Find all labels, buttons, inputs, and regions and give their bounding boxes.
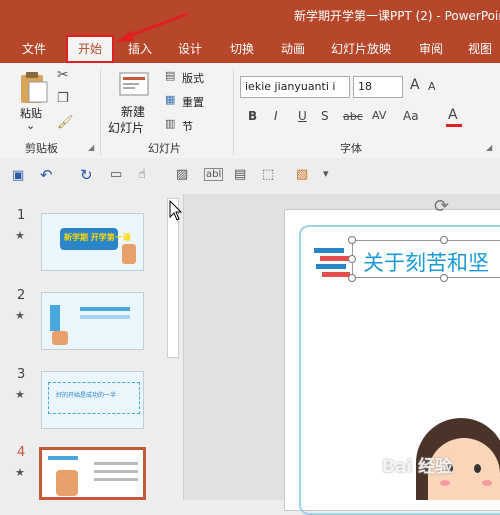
slide-number: 1 <box>17 208 26 223</box>
dialog-launcher-icon[interactable]: ◢ <box>88 143 94 152</box>
quick-access-toolbar: ▣ ↶ ↻ ▭ ☝ ▨ abl ▤ ⬚ ▧ ▾ <box>0 158 500 195</box>
tab-view[interactable]: 视图 <box>468 40 492 57</box>
slide-thumbnail-1[interactable]: 新学期 开学第一课 <box>41 213 144 271</box>
window-title: 新学期开学第一课PPT (2) - PowerPoint <box>294 9 500 23</box>
clipboard-group-label: 剪贴板 <box>25 142 58 155</box>
resize-handle[interactable] <box>440 274 448 282</box>
resize-handle[interactable] <box>440 236 448 244</box>
reset-button[interactable]: 重置 <box>182 94 204 110</box>
textbox-icon[interactable]: abl <box>204 168 224 181</box>
touch-mode-icon[interactable]: ☝ <box>138 167 146 182</box>
resize-handle[interactable] <box>348 236 356 244</box>
dialog-launcher-icon[interactable]: ◢ <box>486 143 492 152</box>
slide-title[interactable]: 关于刻苦和坚 <box>363 247 489 277</box>
font-size-field[interactable]: 18 <box>353 76 403 98</box>
cartoon-cheek <box>440 480 450 486</box>
cartoon-eye <box>474 464 481 473</box>
star-icon: ★ <box>15 466 25 479</box>
resize-handle[interactable] <box>348 255 356 263</box>
shape-icon[interactable]: ⬚ <box>262 167 274 182</box>
strikethrough-button[interactable]: abc <box>343 110 363 123</box>
separator <box>233 69 234 155</box>
cartoon-cheek <box>482 480 492 486</box>
save-icon[interactable]: ▣ <box>12 168 24 183</box>
title-textbox[interactable]: 关于刻苦和坚 <box>352 240 500 278</box>
font-group-label: 字体 <box>340 142 362 155</box>
layout-button[interactable]: 版式 <box>182 70 204 86</box>
table-icon[interactable]: ▤ <box>234 167 246 182</box>
thumb-line <box>94 470 138 473</box>
rotate-handle-icon[interactable]: ⟳ <box>434 196 449 217</box>
slides-group-label: 幻灯片 <box>148 142 181 155</box>
shadow-button[interactable]: S <box>321 109 329 123</box>
insert-picture-icon[interactable]: ▨ <box>176 167 188 182</box>
thumbnail-scrollbar[interactable]: ▴ <box>167 198 179 358</box>
resize-handle[interactable] <box>348 274 356 282</box>
undo-icon[interactable]: ↶ <box>40 166 53 184</box>
layout-icon[interactable]: ▤ <box>165 69 175 82</box>
bold-button[interactable]: B <box>248 109 257 123</box>
new-slide-label-2[interactable]: 幻灯片 <box>108 119 144 136</box>
tab-slideshow[interactable]: 幻灯片放映 <box>331 40 391 57</box>
thumb-figure <box>122 244 136 264</box>
reset-icon[interactable]: ▦ <box>165 93 175 106</box>
redo-icon[interactable]: ↻ <box>80 166 93 184</box>
annotation-arrow-icon <box>116 12 188 42</box>
slide-thumbnail-2[interactable] <box>41 292 144 350</box>
thumb-title: 新学期 开学第一课 <box>64 233 131 242</box>
font-color-bar <box>446 124 462 127</box>
arrange-icon[interactable]: ▧ <box>296 167 308 182</box>
star-icon: ★ <box>15 309 25 322</box>
mouse-cursor-icon <box>169 200 183 221</box>
font-name-field[interactable]: iekie jianyuanti i <box>240 76 350 98</box>
thumb-line <box>94 462 138 465</box>
spacing-button[interactable]: AV <box>372 109 386 122</box>
thumb-line <box>80 307 130 311</box>
thumb-figure <box>56 470 78 496</box>
section-button[interactable]: 节 <box>182 118 193 134</box>
tab-review[interactable]: 审阅 <box>419 40 443 57</box>
slide-thumbnail-4[interactable] <box>39 447 146 500</box>
slide-thumbnail-3[interactable]: 好的开始是成功的一半 <box>41 371 144 429</box>
tab-animations[interactable]: 动画 <box>281 40 305 57</box>
new-slide-label[interactable]: 新建 <box>121 103 145 120</box>
watermark-text: Bai 经验 <box>382 457 453 477</box>
ribbon-tabs: 文件 开始 插入 设计 切换 动画 幻灯片放映 审阅 视图 <box>0 33 500 63</box>
format-painter-icon[interactable]: 🖌 <box>57 115 74 130</box>
thumb-mark <box>50 305 60 331</box>
thumb-line <box>94 478 138 481</box>
copy-icon[interactable]: ❐ <box>57 91 69 106</box>
section-icon[interactable]: ▥ <box>165 117 175 130</box>
title-bar: 新学期开学第一课PPT (2) - PowerPoint <box>0 0 500 33</box>
star-icon: ★ <box>15 388 25 401</box>
thumb-caption: 好的开始是成功的一半 <box>56 392 117 399</box>
change-case-button[interactable]: Aa <box>403 109 419 123</box>
cut-icon[interactable]: ✂ <box>57 67 69 83</box>
chevron-down-icon[interactable]: ⌄ <box>26 119 35 132</box>
separator <box>100 69 101 155</box>
tab-home[interactable]: 开始 <box>66 35 114 63</box>
thumb-figure <box>52 331 68 345</box>
paste-icon[interactable] <box>16 69 50 105</box>
underline-button[interactable]: U <box>298 109 307 123</box>
tab-transitions[interactable]: 切换 <box>230 40 254 57</box>
slideshow-icon[interactable]: ▭ <box>110 167 122 182</box>
tab-file[interactable]: 文件 <box>22 40 46 57</box>
italic-button[interactable]: I <box>274 109 278 123</box>
thumb-line <box>80 315 130 319</box>
font-color-button[interactable]: A <box>448 107 458 123</box>
ribbon: 粘贴 ⌄ ✂ ❐ 🖌 剪贴板 ◢ 新建 幻灯片 ▤ 版式 ▦ 重置 ▥ 节 幻灯… <box>0 63 500 159</box>
decrease-font-icon[interactable]: A <box>428 80 436 93</box>
slide-number: 2 <box>17 288 26 303</box>
slide-number: 3 <box>17 367 26 382</box>
customize-icon[interactable]: ▾ <box>323 167 329 180</box>
increase-font-icon[interactable]: A <box>410 77 420 93</box>
thumb-line <box>48 456 78 460</box>
slide-number: 4 <box>17 445 26 460</box>
star-icon: ★ <box>15 229 25 242</box>
new-slide-icon[interactable] <box>118 71 150 101</box>
